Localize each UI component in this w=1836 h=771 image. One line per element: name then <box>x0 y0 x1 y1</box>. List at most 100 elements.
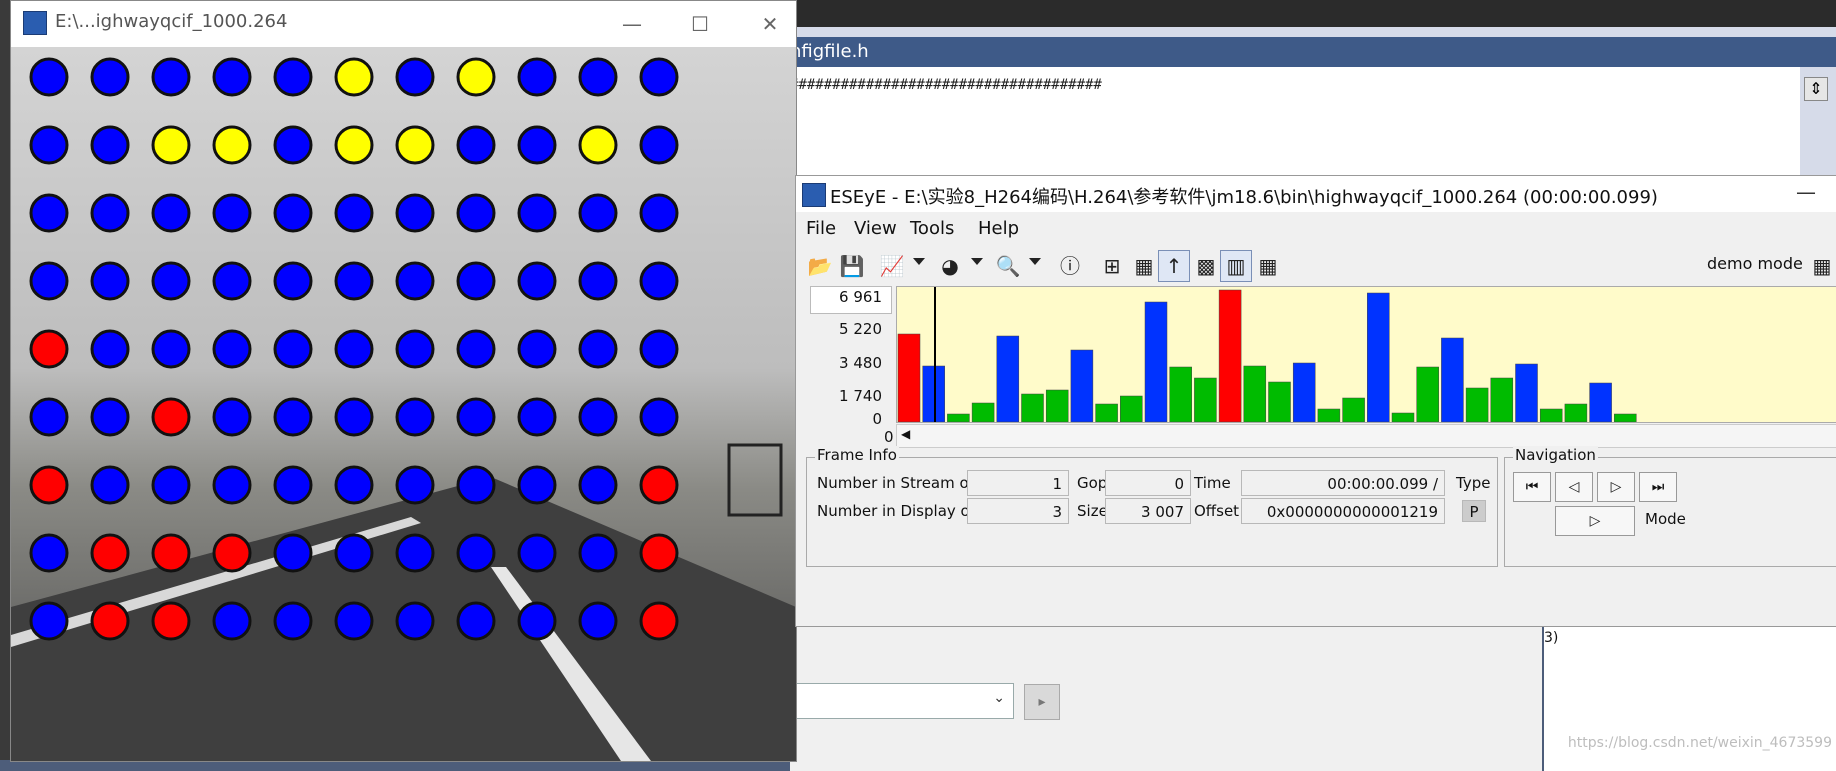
chart-bar[interactable] <box>1292 362 1316 423</box>
size-label: Size <box>1077 502 1108 520</box>
chevron-down-icon[interactable] <box>971 258 983 265</box>
macroblock-marker <box>90 261 130 301</box>
save-icon[interactable]: 💾 <box>836 250 868 282</box>
chart-bar[interactable] <box>922 365 945 423</box>
eseye-title-bar[interactable]: ESEyE - E:\实验8_H264编码\H.264\参考软件\jm18.6\… <box>796 176 1836 212</box>
close-button[interactable]: ✕ <box>747 9 793 39</box>
chart-bar[interactable] <box>1169 366 1192 423</box>
macroblock-marker <box>334 261 374 301</box>
stream-order-field[interactable]: 1 <box>967 470 1069 496</box>
chart-bar[interactable] <box>1416 366 1439 423</box>
chevron-down-icon: ⌄ <box>993 690 1005 706</box>
macroblock-marker <box>456 125 496 165</box>
time-field[interactable]: 00:00:00.099 / 00:00:00.966 <box>1241 470 1445 519</box>
video-title-bar[interactable]: E:\...ighwayqcif_1000.264 — ☐ ✕ <box>11 1 796 47</box>
play-icon[interactable]: ▷ <box>1555 506 1635 536</box>
macroblock-marker <box>639 125 679 165</box>
grid-split-icon[interactable]: ⊞ <box>1096 250 1128 282</box>
chart-bar[interactable] <box>1268 381 1291 423</box>
macroblock-marker <box>90 329 130 369</box>
chart-bar[interactable] <box>1045 389 1069 423</box>
chart-bar[interactable] <box>1539 408 1563 423</box>
navigation-group: Navigation ⏮ ◁ ▷ ⏭ ▷ Mode <box>1504 446 1836 567</box>
ide-go-button[interactable]: ▸ <box>1024 684 1060 720</box>
split-icon[interactable]: ⇕ <box>1804 77 1828 101</box>
table-icon[interactable]: ▦ <box>1252 250 1284 282</box>
macroblock-marker <box>395 57 435 97</box>
macroblock-marker <box>212 601 252 641</box>
offset-label: Offset <box>1194 502 1240 520</box>
frame-info-legend: Frame Info <box>815 446 899 464</box>
macroblock-marker <box>395 193 435 233</box>
chart-bar[interactable] <box>947 413 970 423</box>
macroblock-marker <box>395 397 435 437</box>
chart-bar[interactable] <box>897 333 921 423</box>
zoom-icon[interactable]: 🔍 <box>992 250 1024 282</box>
info-icon[interactable]: ⓘ <box>1054 250 1086 282</box>
macroblock-marker <box>639 261 679 301</box>
chart-bar[interactable] <box>1564 403 1588 423</box>
scroll-left-icon[interactable]: ◀ <box>901 427 910 441</box>
chart-bar[interactable] <box>1070 349 1094 423</box>
editor-tab[interactable]: nfigfile.h <box>790 37 1836 67</box>
gray-grid-icon[interactable]: ▩ <box>1190 250 1222 282</box>
menu-view[interactable]: View <box>854 218 897 239</box>
chart-bar[interactable] <box>1218 289 1242 423</box>
chart-bar[interactable] <box>1441 337 1464 423</box>
last-frame-icon[interactable]: ⏭ <box>1639 472 1677 502</box>
next-frame-icon[interactable]: ▷ <box>1597 472 1635 502</box>
color-wheel-icon[interactable]: ◕ <box>934 250 966 282</box>
size-field[interactable]: 3 007 <box>1105 498 1191 524</box>
chart-bar[interactable] <box>1490 377 1514 423</box>
chart-bar[interactable] <box>1317 408 1341 423</box>
video-window: E:\...ighwayqcif_1000.264 — ☐ ✕ <box>10 0 797 762</box>
macroblock-marker <box>517 533 557 573</box>
macroblock-icon[interactable]: ▦ <box>1128 250 1160 282</box>
chart-bar[interactable] <box>1021 393 1044 423</box>
chart-bar[interactable] <box>1589 382 1612 423</box>
gop-field[interactable]: 0 <box>1105 470 1191 496</box>
chart-bar[interactable] <box>1194 377 1217 423</box>
macroblock-marker <box>334 329 374 369</box>
macroblock-marker <box>212 533 252 573</box>
menu-tools[interactable]: Tools <box>910 218 954 239</box>
chart-bar[interactable] <box>996 335 1020 423</box>
open-folder-icon[interactable]: 📂 <box>804 250 836 282</box>
macroblock-marker <box>90 465 130 505</box>
display-order-field[interactable]: 3 <box>967 498 1069 524</box>
macroblock-marker <box>639 57 679 97</box>
chart-bar[interactable] <box>1367 292 1390 423</box>
chart-scrollbar[interactable]: ◀ <box>896 424 1836 448</box>
chart-bar[interactable] <box>1120 395 1143 423</box>
editor-tab-label: nfigfile.h <box>790 41 869 62</box>
chart-bar[interactable] <box>1342 397 1365 423</box>
chart-bar[interactable] <box>1095 403 1118 423</box>
chart-bar[interactable] <box>1391 412 1415 423</box>
chevron-down-icon[interactable] <box>913 258 925 265</box>
chart-bar[interactable] <box>1614 413 1637 423</box>
ide-combo-box[interactable]: ⌄ <box>790 683 1014 719</box>
menu-file[interactable]: File <box>806 218 836 239</box>
first-frame-icon[interactable]: ⏮ <box>1513 472 1551 502</box>
plot-area[interactable] <box>896 286 1836 423</box>
prev-frame-icon[interactable]: ◁ <box>1555 472 1593 502</box>
chart-icon[interactable]: 📈 <box>876 250 908 282</box>
color-grid-icon[interactable]: ▥ <box>1220 250 1252 282</box>
chart-bar[interactable] <box>1144 301 1168 423</box>
chart-bar[interactable] <box>1465 387 1489 423</box>
maximize-button[interactable]: ☐ <box>677 9 723 39</box>
chart-bar[interactable] <box>971 402 995 423</box>
minimize-button[interactable]: — <box>609 9 655 39</box>
chart-bar[interactable] <box>1243 365 1267 423</box>
macroblock-marker <box>395 125 435 165</box>
offset-field[interactable]: 0x0000000000001219 <box>1241 498 1445 524</box>
grid-icon[interactable]: ▦ <box>1806 250 1836 282</box>
mode-label: Mode <box>1645 510 1686 528</box>
chevron-down-icon[interactable] <box>1029 258 1041 265</box>
video-frame <box>11 47 796 761</box>
toolbar: 📂 💾 📈 ◕ 🔍 ⓘ ⊞ ▦ ↑ ▩ ▥ ▦ demo mode ▦ <box>796 244 1836 286</box>
menu-help[interactable]: Help <box>978 218 1019 239</box>
chart-bar[interactable] <box>1515 363 1538 423</box>
motion-vector-icon[interactable]: ↑ <box>1158 250 1190 282</box>
minimize-button[interactable]: — <box>1796 180 1816 204</box>
